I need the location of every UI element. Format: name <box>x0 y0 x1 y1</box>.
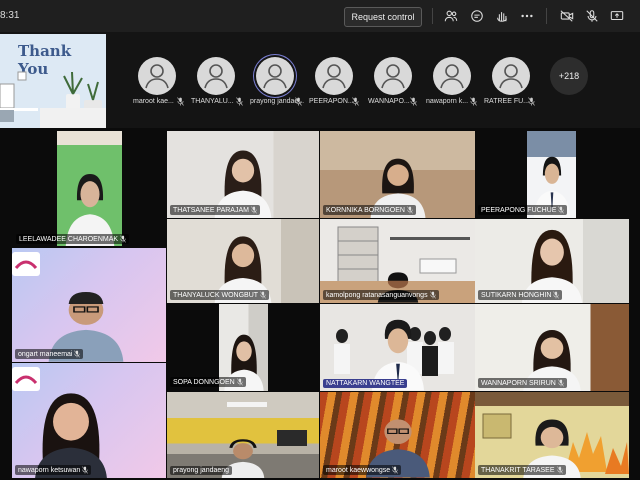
mic-off-icon <box>74 350 81 358</box>
more-options-icon[interactable] <box>520 9 534 23</box>
mic-off-icon <box>553 291 560 299</box>
mic-off-icon <box>352 97 359 106</box>
raise-hand-icon[interactable] <box>495 9 509 23</box>
mic-off-icon <box>410 97 417 106</box>
video-tile[interactable]: SUTIKARN HONGHIN <box>475 219 629 303</box>
mic-off-icon <box>120 235 126 243</box>
participant-name-label: nawaporn ketsuwan <box>15 465 92 475</box>
participant-name-label: PEERAPONG FUCHUE <box>478 205 568 215</box>
participant-name-label: THATSANEE PARAJAM <box>170 205 260 215</box>
shared-slide-thumbnail[interactable]: Thank You <box>0 34 106 128</box>
mic-off-icon <box>558 206 565 214</box>
avatar[interactable] <box>433 57 471 95</box>
video-tile[interactable]: WANNAPORN SRIRUN <box>475 304 629 391</box>
participant-video <box>32 384 109 478</box>
camera-off-icon[interactable] <box>560 9 574 23</box>
mic-off-icon <box>260 291 266 299</box>
participant-name: nawaporn k... <box>426 98 469 105</box>
avatar[interactable] <box>492 57 530 95</box>
participant-name-label: ongart maneemai <box>15 349 84 359</box>
video-tile[interactable]: THATSANEE PARAJAM <box>167 131 319 218</box>
mic-off-icon <box>251 206 257 214</box>
participant-name-label: LEELAWADEE CHAROENMAK <box>16 234 130 244</box>
mic-off-icon <box>429 291 436 299</box>
chat-icon[interactable] <box>470 9 484 23</box>
meeting-time: 8:31 <box>0 10 20 21</box>
video-tile[interactable]: prayong jandaeng <box>167 392 319 478</box>
mic-off-icon[interactable] <box>585 9 599 23</box>
video-tile[interactable]: THANYALUCK WONGBUT <box>167 219 319 303</box>
participant-name-label: THANAKRIT TARASEE <box>478 465 566 475</box>
meeting-toolbar: 8:31 Request control <box>0 0 640 32</box>
people-icon[interactable] <box>444 9 458 23</box>
video-tile[interactable] <box>57 131 122 246</box>
participant-name-label: KORNNIKA BORNGOEN <box>323 205 416 215</box>
mic-off-icon <box>470 97 477 106</box>
participant-name: WANNAPO... <box>368 98 410 105</box>
avatar[interactable] <box>315 57 353 95</box>
participant-name-label: THANYALUCK WONGBUT <box>170 290 270 300</box>
video-tile[interactable]: maroot kaewwongse <box>320 392 475 478</box>
participant-name-label: WANNAPORN SRIRUN <box>478 378 567 388</box>
participant-name: RATREE FU... <box>484 98 529 105</box>
share-screen-icon[interactable] <box>610 9 624 23</box>
slide-illustration <box>0 71 106 128</box>
mic-off-icon <box>556 466 563 474</box>
participant-name: PEERAPON... <box>309 98 354 105</box>
mic-off-icon <box>557 379 564 387</box>
participant-name-label: NATTAKARN WANGTEE <box>323 379 408 388</box>
participant-name: THANYALU... <box>191 98 234 105</box>
video-tile[interactable]: KORNNIKA BORNGOEN <box>320 131 475 218</box>
participant-name-label: SUTIKARN HONGHIN <box>478 290 563 300</box>
mic-off-icon <box>295 97 302 106</box>
participant-name-label: maroot kaewwongse <box>323 465 402 475</box>
toolbar-divider <box>432 8 433 24</box>
mic-off-icon <box>528 97 535 106</box>
event-logo <box>12 252 40 276</box>
toolbar-divider <box>546 8 547 24</box>
mic-off-icon <box>177 97 184 106</box>
avatar[interactable] <box>256 57 294 95</box>
mic-off-icon <box>82 466 89 474</box>
participant-name: maroot kae... <box>133 98 174 105</box>
request-control-button[interactable]: Request control <box>344 7 422 27</box>
avatar[interactable] <box>197 57 235 95</box>
participant-name-label: prayong jandaeng <box>170 466 233 475</box>
mic-off-icon <box>407 206 413 214</box>
video-tile[interactable]: NATTAKARN WANGTEE <box>320 304 475 391</box>
video-tile[interactable]: nawaporn ketsuwan <box>12 363 166 478</box>
video-tile[interactable]: THANAKRIT TARASEE <box>475 392 629 478</box>
mic-off-icon <box>392 466 399 474</box>
participant-name-label: SOPA DONNGOEN <box>170 377 246 387</box>
avatar[interactable] <box>138 57 176 95</box>
video-tile[interactable]: ongart maneemai <box>12 248 166 362</box>
mic-off-icon <box>236 97 243 106</box>
participant-name-label: kamolpong ratanasanguanvongs <box>323 290 439 300</box>
more-participants-button[interactable]: +218 <box>550 57 588 95</box>
avatar[interactable] <box>374 57 412 95</box>
mic-off-icon <box>236 378 243 386</box>
video-tile[interactable]: kamolpong ratanasanguanvongs <box>320 219 475 303</box>
